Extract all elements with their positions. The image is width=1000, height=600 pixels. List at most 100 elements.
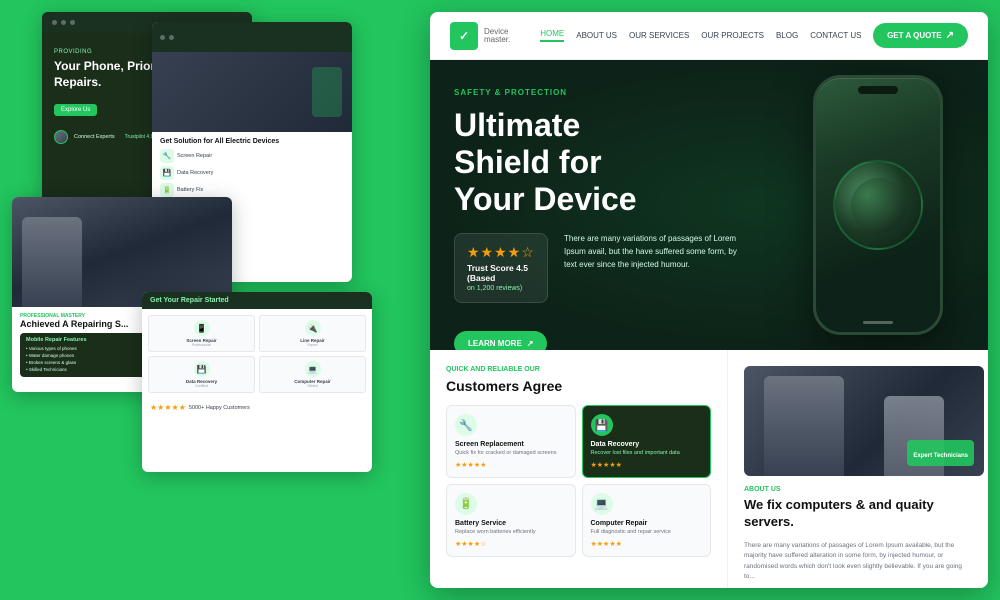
phone-home-indicator <box>863 321 893 324</box>
hero-tag: Safety & Protection <box>454 88 744 97</box>
about-image: Expert Technicians <box>744 366 984 476</box>
service-card-stars-1: ★★★★★ <box>455 461 567 469</box>
repair-icon-4: 💻 <box>305 361 321 377</box>
trust-text: Connect Experts <box>74 134 115 140</box>
repair-item-3: 💾 Data Recovery Certified <box>148 356 255 393</box>
avatar <box>54 130 68 144</box>
service-item-text-1: Screen Repair <box>177 153 212 159</box>
card-tech-image <box>12 197 232 307</box>
repair-icon-1: 📱 <box>194 320 210 336</box>
about-section: Expert Technicians About Us We fix compu… <box>728 350 988 588</box>
service-item-2: 💾 Data Recovery <box>160 166 344 180</box>
services-tag: Quick and Reliable Our <box>446 366 711 373</box>
service-card-name-3: Battery Service <box>455 520 567 527</box>
repair-item-2: 🔌 Line Repair Expert <box>259 315 366 352</box>
hero-phone-area <box>768 60 988 350</box>
service-icon-2: 💾 <box>160 166 174 180</box>
phone-notch <box>858 86 898 94</box>
service-card-icon-1: 🔧 <box>455 414 477 436</box>
about-img-badge: Expert Technicians <box>907 440 974 466</box>
about-badge-text: Expert Technicians <box>913 453 968 459</box>
nav-dot-1 <box>52 20 57 25</box>
service-card-desc-3: Replace worn batteries efficiently <box>455 529 567 537</box>
service-card-desc-4: Full diagnostic and repair service <box>591 529 703 537</box>
repair-sub-4: Skilled <box>264 384 361 388</box>
card-mid-image <box>152 52 352 132</box>
service-card-icon-3: 🔋 <box>455 493 477 515</box>
logo-sub: master. <box>484 36 510 44</box>
card-mid-header <box>152 22 352 52</box>
repair-icon-3: 💾 <box>194 361 210 377</box>
bottom-sections: Quick and Reliable Our Customers Agree 🔧… <box>430 350 988 588</box>
nav-link-services[interactable]: OUR SERVICES <box>629 31 689 40</box>
trust-score-label: Trust Score 4.5 (Based <box>467 263 535 283</box>
about-person-1 <box>764 376 844 476</box>
repair-sub-3: Certified <box>153 384 250 388</box>
card-repair-screenshot: Get Your Repair Started 📱 Screen Repair … <box>142 292 372 472</box>
mid-dot-2 <box>169 35 174 40</box>
quote-arrow-icon: ↗ <box>946 30 954 41</box>
service-card-stars-3: ★★★★☆ <box>455 540 567 548</box>
phone-camera-circle <box>833 160 923 250</box>
service-card-desc-1: Quick fix for cracked or damaged screens <box>455 450 567 458</box>
hero-title-line1: Ultimate Shield for <box>454 107 602 180</box>
logo-checkmark: ✓ <box>459 29 469 43</box>
get-quote-button[interactable]: GET A QUOTE ↗ <box>873 23 968 48</box>
service-item-text-3: Battery Fix <box>177 187 203 193</box>
service-item-1: 🔧 Screen Repair <box>160 149 344 163</box>
repair-item-1: 📱 Screen Repair Professional <box>148 315 255 352</box>
service-card-name-4: Computer Repair <box>591 520 703 527</box>
logo-text: Device master. <box>484 28 510 44</box>
repair-stars: ★★★★★ <box>150 403 186 412</box>
repair-sub-2: Expert <box>264 343 361 347</box>
card-back-cta[interactable]: Explore Us <box>54 104 97 116</box>
logo-icon: ✓ <box>450 22 478 50</box>
collage-left: Providing Your Phone, Priority & Expert … <box>12 12 412 588</box>
repair-grid: 📱 Screen Repair Professional 🔌 Line Repa… <box>142 309 372 399</box>
hero-title-line2: Your Device <box>454 181 637 217</box>
nav-link-contact[interactable]: CONTACT US <box>810 31 861 40</box>
service-card-1: 🔧 Screen Replacement Quick fix for crack… <box>446 405 576 478</box>
repair-rating: ★★★★★ 5000+ Happy Customers <box>142 399 372 416</box>
learn-more-arrow-icon: ↗ <box>527 339 534 348</box>
about-tag: About Us <box>744 486 972 493</box>
service-card-3: 🔋 Battery Service Replace worn batteries… <box>446 484 576 557</box>
service-card-name-2: Data Recovery <box>591 441 703 448</box>
service-card-icon-2: 💾 <box>591 414 613 436</box>
nav-dot-3 <box>70 20 75 25</box>
repair-item-4: 💻 Computer Repair Skilled <box>259 356 366 393</box>
hero-section: Safety & Protection Ultimate Shield for … <box>430 60 988 350</box>
services-section: Quick and Reliable Our Customers Agree 🔧… <box>430 350 728 588</box>
repair-review-text: 5000+ Happy Customers <box>189 405 250 411</box>
service-item-3: 🔋 Battery Fix <box>160 183 344 197</box>
service-card-desc-2: Recover lost files and important data <box>591 450 703 458</box>
service-card-4: 💻 Computer Repair Full diagnostic and re… <box>582 484 712 557</box>
trust-stars: ★★★★☆ <box>467 244 535 261</box>
phone-camera-inner <box>851 178 906 233</box>
trust-score-sub: on 1,200 reviews) <box>467 285 535 292</box>
service-card-name-1: Screen Replacement <box>455 441 567 448</box>
service-card-icon-4: 💻 <box>591 493 613 515</box>
service-card-stars-2: ★★★★★ <box>591 461 703 469</box>
nav-links: HOME ABOUT US OUR SERVICES OUR PROJECTS … <box>540 29 873 42</box>
services-title: Customers Agree <box>446 377 711 395</box>
get-quote-label: GET A QUOTE <box>887 31 942 40</box>
mid-dot-1 <box>160 35 165 40</box>
learn-more-button[interactable]: LEARN MORE ↗ <box>454 331 547 350</box>
service-card-2: 💾 Data Recovery Recover lost files and i… <box>582 405 712 478</box>
logo: ✓ Device master. <box>450 22 510 50</box>
hero-title: Ultimate Shield for Your Device <box>454 107 674 217</box>
nav-link-projects[interactable]: OUR PROJECTS <box>701 31 764 40</box>
service-icon-3: 🔋 <box>160 183 174 197</box>
nav-link-blog[interactable]: BLOG <box>776 31 798 40</box>
nav-link-home[interactable]: HOME <box>540 29 564 42</box>
service-card-stars-4: ★★★★★ <box>591 540 703 548</box>
nav-link-about[interactable]: ABOUT US <box>576 31 617 40</box>
about-title: We fix computers & and quaity servers. <box>744 497 972 531</box>
nav-dot-2 <box>61 20 66 25</box>
services-grid: 🔧 Screen Replacement Quick fix for crack… <box>446 405 711 556</box>
trust-score-box: ★★★★☆ Trust Score 4.5 (Based on 1,200 re… <box>454 233 548 303</box>
main-website-mockup: ✓ Device master. HOME ABOUT US OUR SERVI… <box>430 12 988 588</box>
card-mid-body: Get Solution for All Electric Devices 🔧 … <box>152 132 352 206</box>
service-item-text-2: Data Recovery <box>177 170 213 176</box>
